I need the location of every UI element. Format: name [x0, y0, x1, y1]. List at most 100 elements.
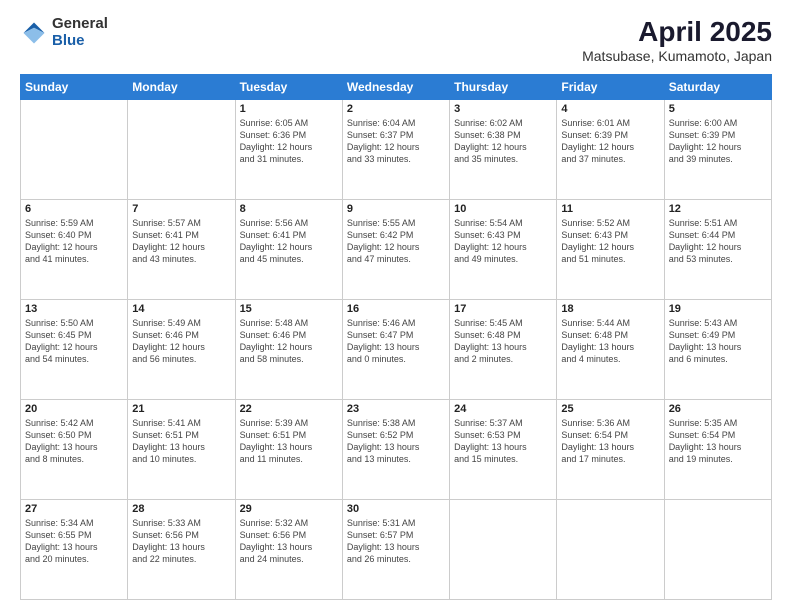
table-row: 3 Sunrise: 6:02 AM Sunset: 6:38 PM Daylig…	[450, 100, 557, 200]
table-row: 14Sunrise: 5:49 AM Sunset: 6:46 PM Dayli…	[128, 300, 235, 400]
table-row: 9 Sunrise: 5:55 AM Sunset: 6:42 PM Daylig…	[342, 200, 449, 300]
week-row-4: 27Sunrise: 5:34 AM Sunset: 6:55 PM Dayli…	[21, 500, 772, 600]
day-info: Sunrise: 5:52 AM Sunset: 6:43 PM Dayligh…	[561, 217, 659, 266]
day-number: 7	[132, 203, 230, 215]
day-info: Sunrise: 5:51 AM Sunset: 6:44 PM Dayligh…	[669, 217, 767, 266]
header-friday: Friday	[557, 75, 664, 100]
day-info: Sunrise: 5:37 AM Sunset: 6:53 PM Dayligh…	[454, 417, 552, 466]
day-info: Sunrise: 5:59 AM Sunset: 6:40 PM Dayligh…	[25, 217, 123, 266]
logo: General Blue	[20, 16, 108, 49]
day-info: Sunrise: 5:50 AM Sunset: 6:45 PM Dayligh…	[25, 317, 123, 366]
day-info: Sunrise: 5:48 AM Sunset: 6:46 PM Dayligh…	[240, 317, 338, 366]
page: General Blue April 2025 Matsubase, Kumam…	[0, 0, 792, 612]
table-row: 13 Sunrise: 5:50 AM Sunset: 6:45 PM Dayli…	[21, 300, 128, 400]
table-row: 12 Sunrise: 5:51 AM Sunset: 6:44 PM Dayli…	[664, 200, 771, 300]
day-number: 30	[347, 503, 445, 515]
table-row: 1 Sunrise: 6:05 AM Sunset: 6:36 PM Daylig…	[235, 100, 342, 200]
title-location: Matsubase, Kumamoto, Japan	[582, 48, 772, 64]
day-number: 29	[240, 503, 338, 515]
day-info: Sunrise: 5:32 AM Sunset: 6:56 PM Dayligh…	[240, 517, 338, 566]
table-row: 4 Sunrise: 6:01 AM Sunset: 6:39 PM Daylig…	[557, 100, 664, 200]
title-month: April 2025	[582, 16, 772, 48]
weekday-header-row: Sunday Monday Tuesday Wednesday Thursday…	[21, 75, 772, 100]
day-info: Sunrise: 5:42 AM Sunset: 6:50 PM Dayligh…	[25, 417, 123, 466]
day-number: 10	[454, 203, 552, 215]
table-row: 19 Sunrise: 5:43 AM Sunset: 6:49 PM Dayli…	[664, 300, 771, 400]
day-number: 8	[240, 203, 338, 215]
day-number: 9	[347, 203, 445, 215]
day-number: 20	[25, 403, 123, 415]
table-row	[664, 500, 771, 600]
table-row: 10 Sunrise: 5:54 AM Sunset: 6:43 PM Dayli…	[450, 200, 557, 300]
day-number: 27	[25, 503, 123, 515]
table-row: 28Sunrise: 5:33 AM Sunset: 6:56 PM Dayli…	[128, 500, 235, 600]
header-monday: Monday	[128, 75, 235, 100]
day-number: 28	[132, 503, 230, 515]
header-tuesday: Tuesday	[235, 75, 342, 100]
day-number: 22	[240, 403, 338, 415]
day-number: 26	[669, 403, 767, 415]
day-info: Sunrise: 5:45 AM Sunset: 6:48 PM Dayligh…	[454, 317, 552, 366]
day-number: 15	[240, 303, 338, 315]
logo-blue-text: Blue	[52, 33, 108, 50]
table-row: 6Sunrise: 5:59 AM Sunset: 6:40 PM Daylig…	[21, 200, 128, 300]
week-row-0: 1 Sunrise: 6:05 AM Sunset: 6:36 PM Daylig…	[21, 100, 772, 200]
week-row-2: 13 Sunrise: 5:50 AM Sunset: 6:45 PM Dayli…	[21, 300, 772, 400]
header-sunday: Sunday	[21, 75, 128, 100]
day-number: 17	[454, 303, 552, 315]
logo-general-text: General	[52, 16, 108, 33]
header-wednesday: Wednesday	[342, 75, 449, 100]
table-row: 27Sunrise: 5:34 AM Sunset: 6:55 PM Dayli…	[21, 500, 128, 600]
day-number: 13	[25, 303, 123, 315]
calendar-table: Sunday Monday Tuesday Wednesday Thursday…	[20, 74, 772, 600]
day-info: Sunrise: 6:01 AM Sunset: 6:39 PM Dayligh…	[561, 117, 659, 166]
day-info: Sunrise: 5:35 AM Sunset: 6:54 PM Dayligh…	[669, 417, 767, 466]
day-number: 12	[669, 203, 767, 215]
day-number: 16	[347, 303, 445, 315]
day-info: Sunrise: 6:00 AM Sunset: 6:39 PM Dayligh…	[669, 117, 767, 166]
day-info: Sunrise: 6:05 AM Sunset: 6:36 PM Dayligh…	[240, 117, 338, 166]
table-row: 22 Sunrise: 5:39 AM Sunset: 6:51 PM Dayli…	[235, 400, 342, 500]
week-row-1: 6Sunrise: 5:59 AM Sunset: 6:40 PM Daylig…	[21, 200, 772, 300]
table-row: 24Sunrise: 5:37 AM Sunset: 6:53 PM Dayli…	[450, 400, 557, 500]
table-row: 15 Sunrise: 5:48 AM Sunset: 6:46 PM Dayli…	[235, 300, 342, 400]
table-row: 23 Sunrise: 5:38 AM Sunset: 6:52 PM Dayli…	[342, 400, 449, 500]
day-number: 19	[669, 303, 767, 315]
table-row	[128, 100, 235, 200]
table-row: 30 Sunrise: 5:31 AM Sunset: 6:57 PM Dayli…	[342, 500, 449, 600]
table-row: 5 Sunrise: 6:00 AM Sunset: 6:39 PM Daylig…	[664, 100, 771, 200]
table-row: 18Sunrise: 5:44 AM Sunset: 6:48 PM Dayli…	[557, 300, 664, 400]
table-row: 25Sunrise: 5:36 AM Sunset: 6:54 PM Dayli…	[557, 400, 664, 500]
day-info: Sunrise: 5:46 AM Sunset: 6:47 PM Dayligh…	[347, 317, 445, 366]
day-number: 23	[347, 403, 445, 415]
logo-text: General Blue	[52, 16, 108, 49]
day-info: Sunrise: 5:55 AM Sunset: 6:42 PM Dayligh…	[347, 217, 445, 266]
day-info: Sunrise: 5:57 AM Sunset: 6:41 PM Dayligh…	[132, 217, 230, 266]
day-info: Sunrise: 6:04 AM Sunset: 6:37 PM Dayligh…	[347, 117, 445, 166]
day-info: Sunrise: 5:54 AM Sunset: 6:43 PM Dayligh…	[454, 217, 552, 266]
day-number: 21	[132, 403, 230, 415]
day-number: 14	[132, 303, 230, 315]
day-info: Sunrise: 5:43 AM Sunset: 6:49 PM Dayligh…	[669, 317, 767, 366]
day-number: 5	[669, 103, 767, 115]
day-number: 3	[454, 103, 552, 115]
day-info: Sunrise: 6:02 AM Sunset: 6:38 PM Dayligh…	[454, 117, 552, 166]
table-row: 11Sunrise: 5:52 AM Sunset: 6:43 PM Dayli…	[557, 200, 664, 300]
day-info: Sunrise: 5:39 AM Sunset: 6:51 PM Dayligh…	[240, 417, 338, 466]
day-number: 1	[240, 103, 338, 115]
day-info: Sunrise: 5:38 AM Sunset: 6:52 PM Dayligh…	[347, 417, 445, 466]
day-info: Sunrise: 5:31 AM Sunset: 6:57 PM Dayligh…	[347, 517, 445, 566]
table-row: 17 Sunrise: 5:45 AM Sunset: 6:48 PM Dayli…	[450, 300, 557, 400]
table-row: 26 Sunrise: 5:35 AM Sunset: 6:54 PM Dayli…	[664, 400, 771, 500]
table-row	[21, 100, 128, 200]
day-info: Sunrise: 5:56 AM Sunset: 6:41 PM Dayligh…	[240, 217, 338, 266]
title-block: April 2025 Matsubase, Kumamoto, Japan	[582, 16, 772, 64]
day-number: 25	[561, 403, 659, 415]
header-thursday: Thursday	[450, 75, 557, 100]
table-row: 29 Sunrise: 5:32 AM Sunset: 6:56 PM Dayli…	[235, 500, 342, 600]
table-row: 21Sunrise: 5:41 AM Sunset: 6:51 PM Dayli…	[128, 400, 235, 500]
day-info: Sunrise: 5:44 AM Sunset: 6:48 PM Dayligh…	[561, 317, 659, 366]
day-number: 4	[561, 103, 659, 115]
table-row	[450, 500, 557, 600]
header: General Blue April 2025 Matsubase, Kumam…	[20, 16, 772, 64]
